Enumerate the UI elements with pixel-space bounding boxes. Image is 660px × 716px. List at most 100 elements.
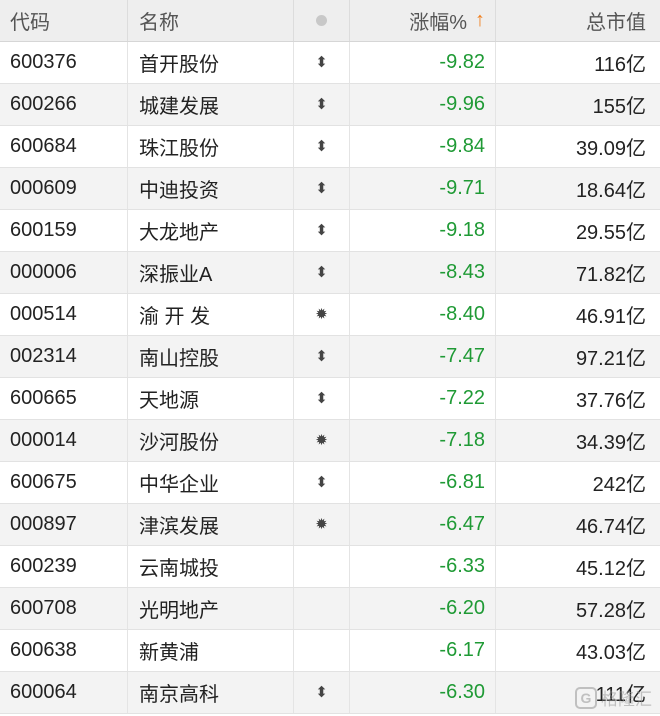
stock-name: 津滨发展 [128, 504, 294, 545]
watermark-text: 格隆汇 [601, 690, 652, 709]
stock-name: 中华企业 [128, 462, 294, 503]
pin-marker-icon: ⬍ [315, 684, 328, 701]
change-value: -9.96 [439, 93, 485, 115]
table-row[interactable]: 600665 天地源 ⬍ -7.22 37.76亿 [0, 378, 660, 420]
flag-cell: ⬍ [294, 168, 350, 209]
market-cap-column-header[interactable]: 总市值 [496, 0, 660, 41]
stock-name: 沙河股份 [128, 420, 294, 461]
change-percent: -6.17 [350, 630, 496, 671]
pin-marker-icon: ⬍ [315, 390, 328, 407]
table-row[interactable]: 600638 新黄浦 -6.17 43.03亿 [0, 630, 660, 672]
stock-code: 600376 [0, 42, 128, 83]
change-value: -6.33 [439, 555, 485, 577]
stock-code: 600266 [0, 84, 128, 125]
flag-cell [294, 630, 350, 671]
name-column-header[interactable]: 名称 [128, 0, 294, 41]
change-value: -7.22 [439, 387, 485, 409]
table-row[interactable]: 600064 南京高科 ⬍ -6.30 111亿 [0, 672, 660, 714]
table-row[interactable]: 600239 云南城投 -6.33 45.12亿 [0, 546, 660, 588]
star-marker-icon: ✹ [315, 516, 328, 533]
table-row[interactable]: 000006 深振业A ⬍ -8.43 71.82亿 [0, 252, 660, 294]
stock-code: 600159 [0, 210, 128, 251]
star-marker-icon: ✹ [315, 432, 328, 449]
flag-cell: ⬍ [294, 378, 350, 419]
change-percent: -6.47 [350, 504, 496, 545]
flag-cell [294, 546, 350, 587]
stock-name: 深振业A [128, 252, 294, 293]
pin-marker-icon: ⬍ [315, 474, 328, 491]
watermark-logo: G [575, 686, 597, 709]
market-cap: 39.09亿 [575, 138, 646, 160]
market-cap: 29.55亿 [575, 222, 646, 244]
change-percent: -9.71 [350, 168, 496, 209]
stock-code: 600064 [0, 672, 128, 713]
table-row[interactable]: 600675 中华企业 ⬍ -6.81 242亿 [0, 462, 660, 504]
change-value: -9.71 [439, 177, 485, 199]
flag-cell: ⬍ [294, 42, 350, 83]
change-percent: -6.30 [350, 672, 496, 713]
market-cap: 46.91亿 [575, 306, 646, 328]
stock-code: 600638 [0, 630, 128, 671]
change-value: -7.18 [439, 429, 485, 451]
change-value: -6.20 [439, 597, 485, 619]
table-row[interactable]: 600266 城建发展 ⬍ -9.96 155亿 [0, 84, 660, 126]
change-percent: -8.40 [350, 294, 496, 335]
change-percent: -6.20 [350, 588, 496, 629]
table-row[interactable]: 000897 津滨发展 ✹ -6.47 46.74亿 [0, 504, 660, 546]
stock-name: 光明地产 [128, 588, 294, 629]
change-header-label: 涨幅% [409, 12, 467, 34]
pin-marker-icon: ⬍ [315, 54, 328, 71]
stock-name: 中迪投资 [128, 168, 294, 209]
stock-code: 002314 [0, 336, 128, 377]
pin-marker-icon: ⬍ [315, 348, 328, 365]
table-row[interactable]: 002314 南山控股 ⬍ -7.47 97.21亿 [0, 336, 660, 378]
change-percent: -9.82 [350, 42, 496, 83]
change-value: -6.30 [439, 681, 485, 703]
market-cap: 18.64亿 [575, 180, 646, 202]
table-row[interactable]: 600376 首开股份 ⬍ -9.82 116亿 [0, 42, 660, 84]
change-percent: -9.84 [350, 126, 496, 167]
stock-name: 城建发展 [128, 84, 294, 125]
table-row[interactable]: 000609 中迪投资 ⬍ -9.71 18.64亿 [0, 168, 660, 210]
market-cap: 37.76亿 [575, 390, 646, 412]
pin-marker-icon: ⬍ [315, 264, 328, 281]
change-value: -8.40 [439, 303, 485, 325]
change-percent: -7.22 [350, 378, 496, 419]
flag-cell: ✹ [294, 504, 350, 545]
change-percent: -6.81 [350, 462, 496, 503]
market-cap: 116亿 [594, 54, 646, 76]
code-column-header[interactable]: 代码 [0, 0, 128, 41]
arrow-up-icon: ↑ [475, 9, 485, 31]
table-row[interactable]: 600708 光明地产 -6.20 57.28亿 [0, 588, 660, 630]
change-value: -9.82 [439, 51, 485, 73]
market-cap: 43.03亿 [575, 642, 646, 664]
stock-code: 600684 [0, 126, 128, 167]
change-percent: -9.18 [350, 210, 496, 251]
watermark: G 格隆汇 [575, 685, 652, 710]
flag-cell: ⬍ [294, 210, 350, 251]
pin-marker-icon: ⬍ [315, 138, 328, 155]
market-cap: 57.28亿 [575, 600, 646, 622]
stock-name: 大龙地产 [128, 210, 294, 251]
change-column-header[interactable]: 涨幅% ↑ [350, 0, 496, 41]
change-percent: -7.18 [350, 420, 496, 461]
table-row[interactable]: 000514 渝 开 发 ✹ -8.40 46.91亿 [0, 294, 660, 336]
change-value: -6.47 [439, 513, 485, 535]
stock-name: 首开股份 [128, 42, 294, 83]
flag-cell: ⬍ [294, 84, 350, 125]
change-value: -6.81 [439, 471, 485, 493]
table-row[interactable]: 000014 沙河股份 ✹ -7.18 34.39亿 [0, 420, 660, 462]
table-header: 代码 名称 涨幅% ↑ 总市值 [0, 0, 660, 42]
table-row[interactable]: 600159 大龙地产 ⬍ -9.18 29.55亿 [0, 210, 660, 252]
change-value: -9.84 [439, 135, 485, 157]
change-value: -9.18 [439, 219, 485, 241]
stock-code: 000006 [0, 252, 128, 293]
stock-code: 000014 [0, 420, 128, 461]
market-cap: 155亿 [592, 96, 646, 118]
table-row[interactable]: 600684 珠江股份 ⬍ -9.84 39.09亿 [0, 126, 660, 168]
dot-icon [316, 15, 327, 26]
market-cap: 34.39亿 [575, 432, 646, 454]
pin-marker-icon: ⬍ [315, 180, 328, 197]
star-marker-icon: ✹ [315, 306, 328, 323]
flag-column-header[interactable] [294, 0, 350, 41]
